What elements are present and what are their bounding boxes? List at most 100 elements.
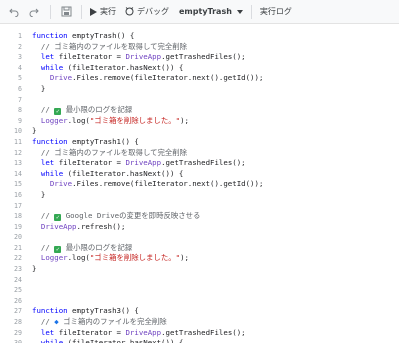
debug-button[interactable]: デバッグ: [125, 6, 169, 17]
code-editor[interactable]: 1 function emptyTrash() { 2 // ゴミ箱内のファイルを取…: [0, 24, 399, 343]
code-text: }: [32, 264, 37, 274]
code-line[interactable]: 7: [0, 95, 399, 106]
line-number: 21: [14, 243, 22, 252]
toolbar-divider: [50, 4, 51, 19]
code-text: DriveApp.refresh();: [40, 221, 126, 231]
code-line[interactable]: 12 // ゴミ箱内のファイルを取得して完全削除: [0, 148, 399, 159]
line-number: 3: [18, 53, 22, 62]
code-line[interactable]: 18 // ✓ Google Driveの変更を即時反映させる: [0, 211, 399, 222]
code-text: while (fileIterator.hasNext()) {: [40, 168, 184, 178]
line-number: 14: [14, 169, 22, 178]
line-number: 29: [14, 328, 22, 337]
code-line[interactable]: 1 function emptyTrash() {: [0, 31, 399, 42]
code-line[interactable]: 16 }: [0, 190, 399, 201]
line-number: 17: [14, 201, 22, 210]
code-line[interactable]: 11 function emptyTrash1() {: [0, 137, 399, 148]
line-number: 8: [18, 106, 22, 115]
line-number: 23: [14, 265, 22, 274]
toolbar-divider: [81, 4, 82, 19]
diamond-icon: ◆: [54, 317, 59, 327]
line-number: 6: [18, 84, 22, 93]
code-text: }: [32, 83, 46, 93]
code-line[interactable]: 25: [0, 285, 399, 296]
code-line[interactable]: 23}: [0, 264, 399, 275]
editor-toolbar: 実行 デバッグ emptyTrash 実行ログ: [0, 0, 399, 24]
toolbar-divider: [250, 4, 252, 19]
code-line[interactable]: 14 while (fileIterator.hasNext()) {: [0, 169, 399, 180]
code-line[interactable]: 21 // ✓ 最小限のログを記録: [0, 243, 399, 254]
code-line[interactable]: 2 // ゴミ箱内のファイルを取得して完全削除: [0, 42, 399, 53]
checkmark-icon: ✓: [54, 214, 62, 222]
code-line[interactable]: 29 let fileIterator = DriveApp.getTrashe…: [0, 328, 399, 339]
code-line[interactable]: 20: [0, 232, 399, 243]
save-icon[interactable]: [59, 5, 73, 19]
code-line[interactable]: 24: [0, 275, 399, 286]
code-text: Logger.log("ゴミ箱を削除しました。");: [40, 253, 189, 263]
execution-log-label: 実行ログ: [259, 7, 292, 16]
code-line[interactable]: 6 }: [0, 84, 399, 95]
checkmark-icon: ✓: [54, 245, 62, 253]
code-text: function emptyTrash3() {: [32, 306, 139, 316]
code-line[interactable]: 30 while (fileIterator.hasNext()) {: [0, 338, 399, 343]
debug-icon: [125, 7, 134, 16]
line-number: 16: [14, 190, 22, 199]
code-text: function emptyTrash() {: [32, 31, 135, 40]
line-number: 18: [14, 212, 22, 221]
code-text: }: [32, 189, 46, 199]
code-text: }: [32, 126, 37, 136]
code-text: let fileIterator = DriveApp.getTrashedFi…: [40, 52, 246, 62]
code-text: // ゴミ箱内のファイルを取得して完全削除: [40, 41, 188, 51]
execution-log-button[interactable]: 実行ログ: [260, 6, 292, 17]
line-number: 4: [18, 63, 22, 72]
play-icon: [90, 7, 97, 16]
function-select-value: emptyTrash: [179, 7, 232, 16]
code-text: // ✓ 最小限のログを記録: [40, 242, 133, 253]
code-line[interactable]: 22 Logger.log("ゴミ箱を削除しました。");: [0, 253, 399, 264]
code-line[interactable]: 4 while (fileIterator.hasNext()) {: [0, 63, 399, 74]
code-line[interactable]: 26: [0, 296, 399, 307]
code-line[interactable]: 9 Logger.log("ゴミ箱を削除しました。");: [0, 116, 399, 127]
line-number: 25: [14, 286, 22, 295]
code-text: // ✓ 最小限のログを記録: [40, 105, 133, 116]
line-number: 1: [18, 32, 22, 40]
line-number: 15: [14, 180, 22, 189]
code-line[interactable]: 5 Drive.Files.remove(fileIterator.next()…: [0, 73, 399, 84]
code-line[interactable]: 19 DriveApp.refresh();: [0, 222, 399, 233]
line-number: 9: [18, 116, 22, 125]
code-line[interactable]: 27 function emptyTrash3() {: [0, 306, 399, 317]
code-line[interactable]: 3 let fileIterator = DriveApp.getTrashed…: [0, 52, 399, 63]
code-text: let fileIterator = DriveApp.getTrashedFi…: [40, 158, 246, 168]
line-number: 5: [18, 74, 22, 83]
line-number: 7: [18, 95, 22, 104]
line-number: 13: [14, 159, 22, 168]
code-line[interactable]: 28 // ◆ ゴミ箱内のファイルを完全削除: [0, 317, 399, 328]
line-number: 19: [14, 222, 22, 231]
code-text: function emptyTrash1() {: [32, 136, 139, 146]
code-line[interactable]: 17: [0, 201, 399, 212]
line-number: 2: [18, 42, 22, 51]
undo-icon[interactable]: [7, 5, 21, 19]
run-label: 実行: [100, 7, 116, 16]
line-number: 12: [14, 148, 22, 157]
code-text: while (fileIterator.hasNext()) {: [40, 338, 184, 343]
function-select[interactable]: emptyTrash: [179, 7, 243, 16]
line-number: 26: [14, 296, 22, 305]
line-number: 10: [14, 127, 22, 136]
line-number: 24: [14, 275, 22, 284]
chevron-down-icon: [236, 9, 243, 14]
code-text: Drive.Files.remove(fileIterator.next().g…: [49, 179, 264, 189]
debug-label: デバッグ: [137, 7, 169, 16]
code-text: let fileIterator = DriveApp.getTrashedFi…: [40, 327, 246, 337]
code-text: // ✓ Google Driveの変更を即時反映させる: [40, 211, 201, 222]
line-number: 30: [0, 338, 22, 343]
code-line[interactable]: 15 Drive.Files.remove(fileIterator.next(…: [0, 179, 399, 190]
line-number: 11: [14, 137, 22, 146]
run-button[interactable]: 実行: [90, 6, 116, 17]
line-number: 22: [14, 254, 22, 263]
code-line[interactable]: 8 // ✓ 最小限のログを記録: [0, 105, 399, 116]
redo-icon[interactable]: [27, 5, 41, 19]
code-line[interactable]: 13 let fileIterator = DriveApp.getTrashe…: [0, 158, 399, 169]
code-line[interactable]: 10}: [0, 126, 399, 137]
code-text: // ゴミ箱内のファイルを取得して完全削除: [40, 147, 188, 157]
line-number: 27: [14, 307, 22, 316]
